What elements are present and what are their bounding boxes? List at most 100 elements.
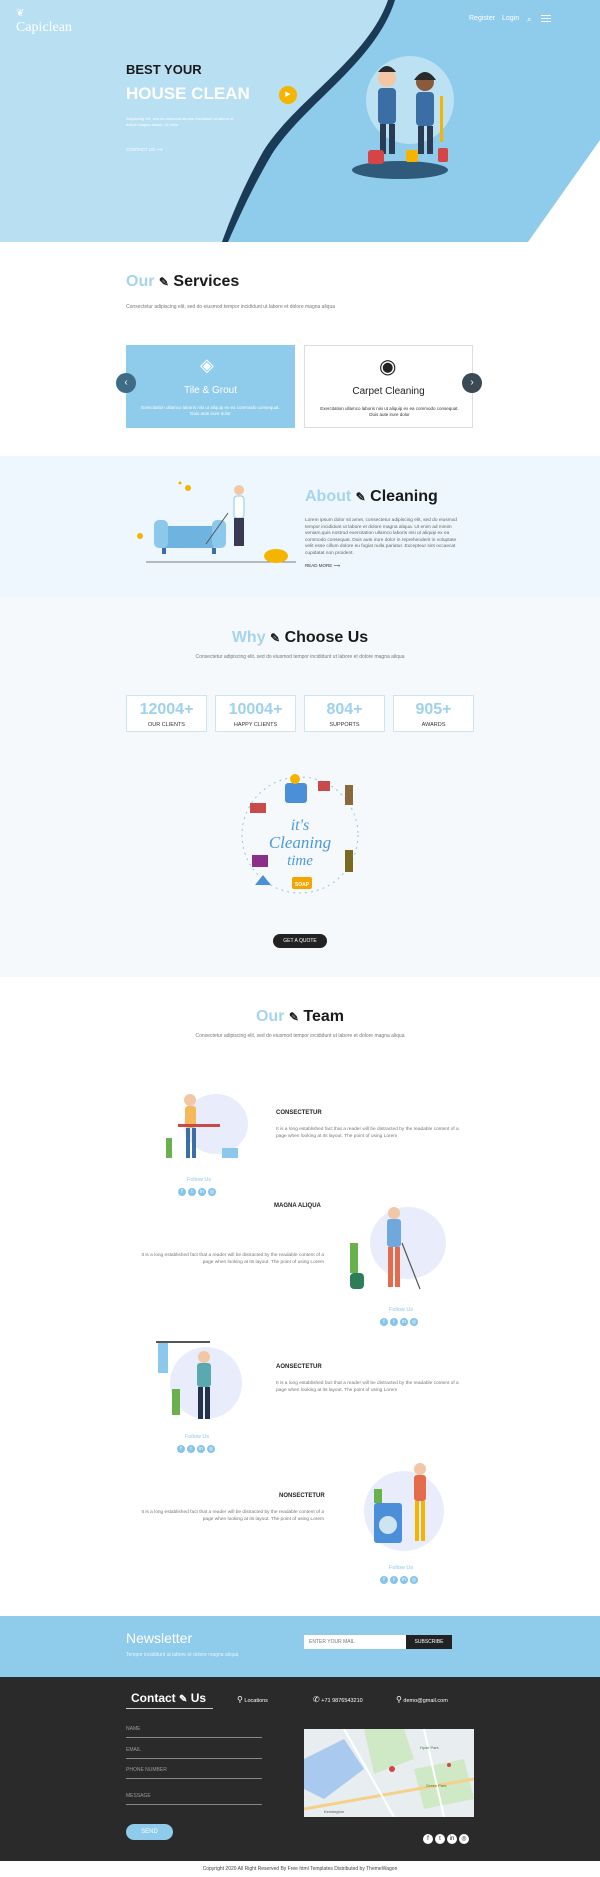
carpet-icon: ◉	[379, 356, 397, 378]
broom-icon: ✎	[158, 275, 169, 289]
team-member-4-name: NONSECTETUR	[279, 1493, 325, 1499]
get-quote-button[interactable]: GET A QUOTE	[273, 934, 327, 948]
facebook-icon[interactable]: f	[423, 1834, 433, 1844]
illustration-text-its: it's	[291, 817, 310, 834]
newsletter-text: Tempor incididunt ut labore et dolore ma…	[126, 1652, 239, 1658]
services-title: Our ✎ Services	[126, 273, 240, 290]
team-member-4-desc: It is a long established fact that a rea…	[141, 1510, 324, 1522]
location-map[interactable]: Hyde Park Kensington Green Park	[304, 1729, 474, 1817]
team-title: Our ✎ Team	[255, 1008, 345, 1025]
newsletter-title: Newsletter	[126, 1630, 193, 1646]
facebook-icon[interactable]: f	[380, 1576, 388, 1584]
team-member-4-follow: Follow Us	[389, 1565, 414, 1571]
about-title: About ✎ Cleaning	[305, 488, 438, 505]
map-label-kensington: Kensington	[324, 1809, 344, 1814]
message-field[interactable]: MESSAGE	[126, 1793, 262, 1805]
instagram-icon[interactable]: ◎	[459, 1834, 469, 1844]
twitter-icon[interactable]: t	[187, 1445, 195, 1453]
service-card-tile[interactable]: ◈ Tile & Grout Exercitation ullamco labo…	[126, 345, 295, 428]
subscribe-button[interactable]: SUBSCRIBE	[406, 1635, 452, 1649]
cleaning-time-illustration: it's Cleaning time SOAP	[241, 774, 359, 894]
linkedin-icon[interactable]: in	[400, 1318, 408, 1326]
why-title: Why ✎ Choose Us	[231, 629, 369, 646]
name-field[interactable]: NAME	[126, 1726, 262, 1738]
illustration-text-cleaning: Cleaning	[269, 833, 331, 852]
contact-phone: ✆ +71 9876543210	[313, 1695, 363, 1704]
contact-section: Contact ✎ Us ⚲ Locations ✆ +71 987654321…	[0, 1677, 600, 1877]
phone-icon: ✆	[313, 1695, 320, 1704]
team-member-3-image	[156, 1341, 242, 1419]
location-pin-icon: ⚲	[396, 1695, 402, 1704]
facebook-icon[interactable]: f	[177, 1445, 185, 1453]
services-subtitle: Consectetur adipiscing elit, sed do eius…	[126, 304, 336, 310]
broom-icon: ✎	[179, 1694, 188, 1705]
service-card-carpet[interactable]: ◉ Carpet Cleaning Exercitation ullamco l…	[304, 345, 473, 428]
nav-register-link[interactable]: Register	[469, 15, 495, 22]
team-member-3-follow: Follow Us	[185, 1434, 210, 1440]
hero-background	[222, 0, 600, 242]
hero-title-line2: HOUSE CLEAN	[126, 84, 250, 103]
linkedin-icon[interactable]: in	[447, 1834, 457, 1844]
team-member-1-desc: It is a long established fact that a rea…	[276, 1127, 459, 1139]
twitter-icon[interactable]: t	[390, 1318, 398, 1326]
broom-icon: ✎	[288, 1010, 299, 1024]
twitter-icon[interactable]: t	[435, 1834, 445, 1844]
facebook-icon[interactable]: f	[380, 1318, 388, 1326]
team-member-3-desc: It is a long established fact that a rea…	[276, 1381, 459, 1393]
instagram-icon[interactable]: ◎	[410, 1576, 418, 1584]
services-prev-button[interactable]: ‹	[116, 373, 136, 393]
instagram-icon[interactable]: ◎	[410, 1318, 418, 1326]
team-member-4-image	[364, 1463, 444, 1551]
team-member-2-name: MAGNA ALIQUA	[274, 1203, 321, 1209]
facebook-icon[interactable]: f	[178, 1188, 186, 1196]
chevron-left-icon: ‹	[124, 377, 128, 388]
about-read-more-link[interactable]: READ MORE ⟶	[305, 563, 340, 569]
logo-leaf-icon: ❦	[16, 8, 25, 19]
newsletter-section: Newsletter Tempor incididunt ut labore e…	[0, 1616, 600, 1677]
instagram-icon[interactable]: ◎	[207, 1445, 215, 1453]
tile-icon: ◈	[200, 355, 214, 375]
twitter-icon[interactable]: t	[188, 1188, 196, 1196]
search-icon[interactable]: ⌕	[527, 15, 531, 25]
team-member-1-follow: Follow Us	[187, 1177, 212, 1183]
linkedin-icon[interactable]: in	[197, 1445, 205, 1453]
team-member-1-name: CONSECTETUR	[276, 1110, 322, 1116]
team-member-2-image	[350, 1207, 446, 1290]
map-label-hyde-park: Hyde Park	[420, 1745, 439, 1750]
why-subtitle: Consectetur adipiscing elit, sed do eius…	[195, 654, 405, 660]
email-field[interactable]: EMAIL	[126, 1747, 262, 1759]
nav-login-link[interactable]: Login	[502, 15, 519, 22]
logo[interactable]: ❦ Capiclean	[16, 8, 72, 35]
contact-title-underline	[126, 1708, 213, 1709]
team-member-4-social: f t in ◎	[380, 1576, 418, 1584]
team-member-2-desc: It is a long established fact that a rea…	[141, 1253, 324, 1265]
play-icon: ▶	[285, 91, 291, 98]
linkedin-icon[interactable]: in	[400, 1576, 408, 1584]
footer-social: f t in ◎	[423, 1827, 471, 1845]
team-member-2-social: f t in ◎	[380, 1318, 418, 1326]
stat-awards: 905+ AWARDS	[393, 695, 474, 732]
location-pin-icon: ⚲	[237, 1695, 243, 1704]
linkedin-icon[interactable]: in	[198, 1188, 206, 1196]
play-button[interactable]: ▶	[279, 86, 297, 104]
twitter-icon[interactable]: t	[390, 1576, 398, 1584]
about-cleaning-illustration	[137, 481, 296, 563]
about-description: Lorem ipsum dolor sit amet, consectetur …	[305, 518, 457, 556]
contact-email: ⚲ demo@gmail.com	[396, 1695, 448, 1704]
copyright: Copyright 2020 All Right Reserved By Fre…	[0, 1861, 600, 1877]
team-member-1-image	[166, 1094, 248, 1158]
phone-field[interactable]: PHONE NUMBER	[126, 1767, 262, 1779]
services-next-button[interactable]: ›	[462, 373, 482, 393]
instagram-icon[interactable]: ◎	[208, 1188, 216, 1196]
hero-contact-link[interactable]: CONTACT US ⟶	[126, 147, 163, 153]
send-button[interactable]: SEND	[126, 1824, 173, 1840]
team-member-2-follow: Follow Us	[389, 1307, 414, 1313]
map-label-green-park: Green Park	[426, 1783, 446, 1788]
stat-supports: 804+ SUPPORTS	[304, 695, 385, 732]
team-subtitle: Consectetur adipiscing elit, sed do eius…	[195, 1033, 405, 1039]
menu-icon[interactable]	[541, 15, 551, 22]
team-member-3-name: AONSECTETUR	[276, 1364, 322, 1370]
contact-title: Contact ✎ Us	[131, 1691, 207, 1705]
hero-section: ❦ Capiclean Register Login ⌕ BEST YOUR H…	[0, 0, 600, 242]
newsletter-email-input[interactable]	[304, 1635, 406, 1649]
